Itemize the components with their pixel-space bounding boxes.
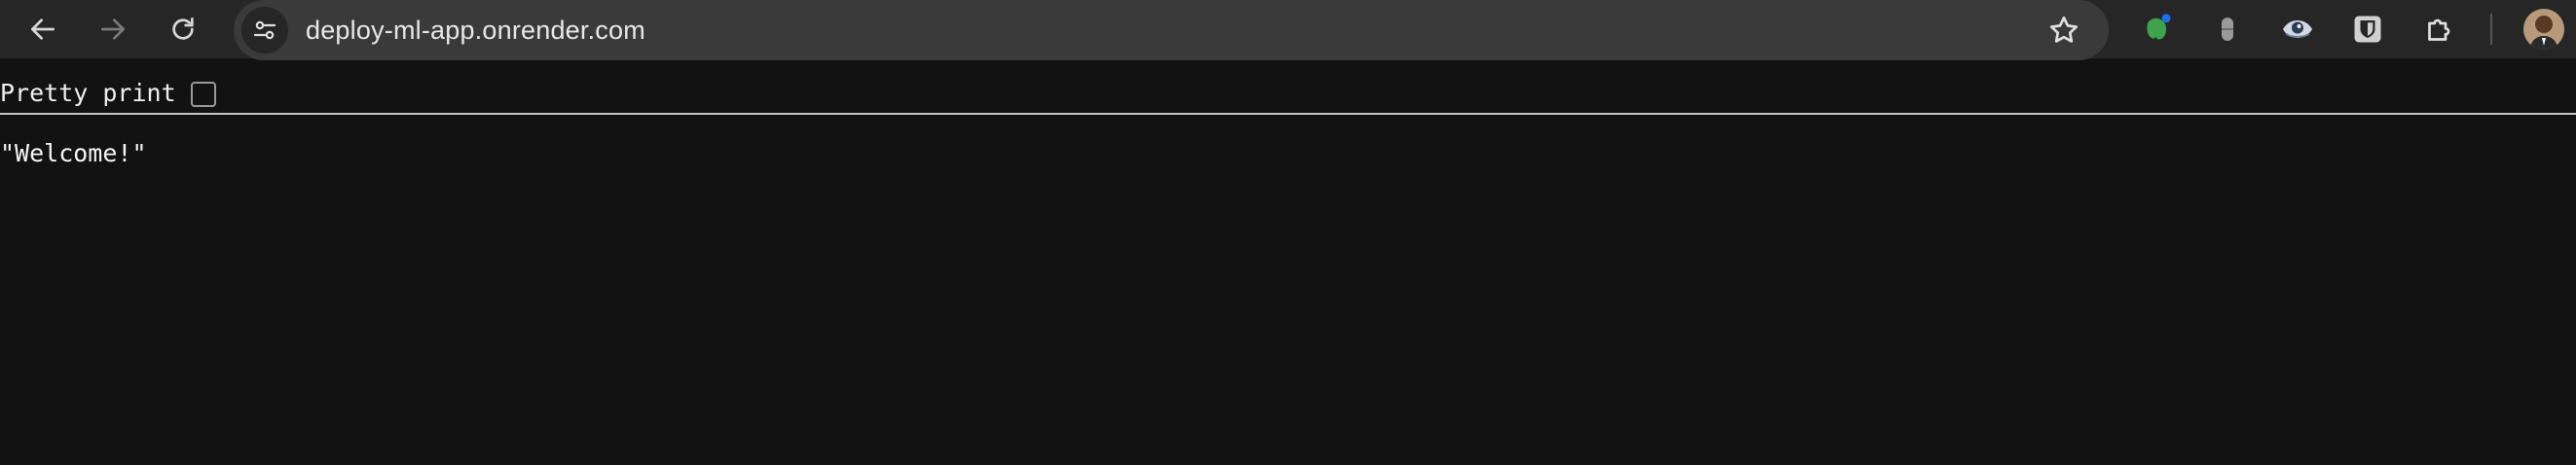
forward-button[interactable]: [92, 8, 134, 51]
back-arrow-icon: [31, 18, 55, 40]
star-icon[interactable]: [2046, 13, 2081, 48]
reload-icon: [172, 18, 194, 40]
reload-button[interactable]: [162, 8, 204, 51]
back-button[interactable]: [21, 8, 64, 51]
url-text[interactable]: deploy-ml-app.onrender.com: [306, 0, 645, 60]
puzzle-icon: [2428, 18, 2450, 41]
evernote-extension[interactable]: [2138, 10, 2177, 49]
address-bar[interactable]: deploy-ml-app.onrender.com: [234, 0, 2109, 60]
elephant-icon: [2147, 14, 2171, 40]
grey-capsule-extension[interactable]: [2208, 10, 2247, 49]
eye-extension[interactable]: [2278, 10, 2317, 49]
pretty-print-bar: Pretty print: [0, 76, 2576, 115]
shield-icon: [2354, 16, 2381, 43]
profile-avatar[interactable]: [2523, 9, 2564, 50]
extensions-button[interactable]: [2420, 10, 2459, 49]
browser-toolbar: deploy-ml-app.onrender.com: [0, 0, 2576, 60]
forward-arrow-icon: [101, 18, 125, 40]
capsule-icon: [2222, 18, 2233, 41]
site-info-tune-icon: [253, 20, 276, 40]
json-content: "Welcome!": [0, 139, 147, 167]
toolbar-divider: [2490, 14, 2492, 45]
profile-picture-icon: [2523, 9, 2564, 50]
eye-icon: [2283, 20, 2312, 38]
pretty-print-checkbox[interactable]: [191, 82, 216, 107]
site-info-button[interactable]: [241, 7, 288, 54]
pretty-print-label: Pretty print: [0, 79, 176, 107]
bitwarden-extension[interactable]: [2348, 10, 2387, 49]
